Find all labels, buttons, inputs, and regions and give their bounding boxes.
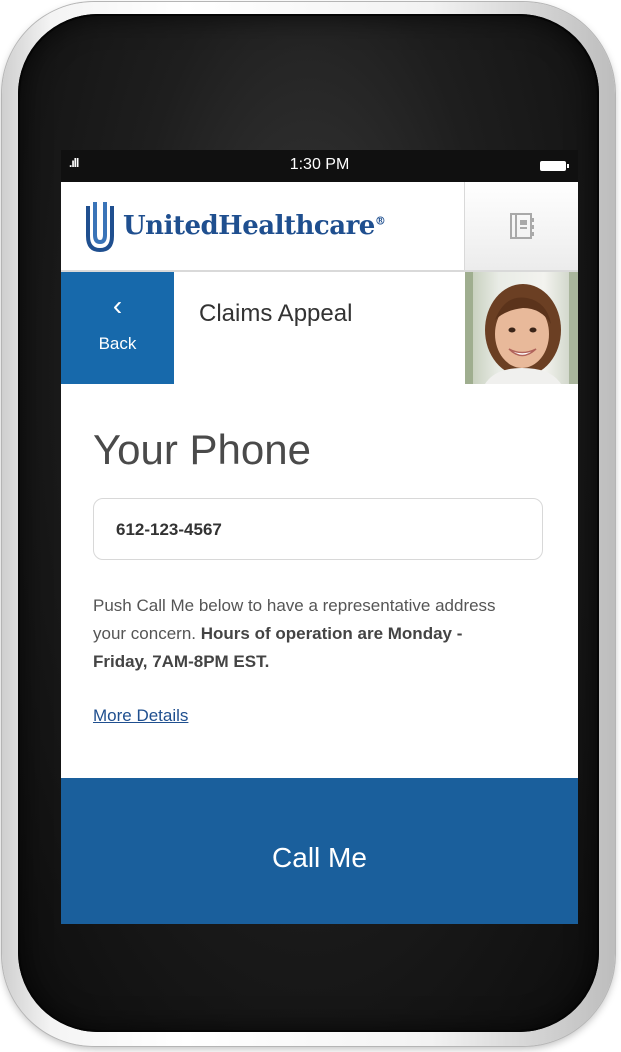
call-me-button[interactable]: Call Me [61,778,578,924]
avatar[interactable] [465,272,578,384]
logo-icon [86,202,114,252]
app-header: UnitedHealthcare® [61,182,578,272]
back-button[interactable]: ‹ Back [61,272,174,384]
battery-icon [540,161,569,171]
contacts-button[interactable] [464,182,578,270]
brand-name: UnitedHealthcare® [123,211,386,241]
chevron-left-icon: ‹ [112,290,123,321]
phone-number-field[interactable]: 612-123-4567 [93,498,543,560]
contacts-icon [509,213,534,239]
page-title: Claims Appeal [199,300,353,327]
status-time: 1:30 PM [289,156,350,173]
status-bar: .ıll 1:30 PM [61,150,578,182]
main-content: Your Phone 612-123-4567 Push Call Me bel… [61,384,578,778]
section-title: Your Phone [93,426,311,473]
logo[interactable]: UnitedHealthcare® [83,198,386,254]
back-label: Back [98,334,137,353]
nav-row: ‹ Back Claims Appeal [61,272,578,385]
info-text: Push Call Me below to have a representat… [93,592,513,676]
more-details-link[interactable]: More Details [93,706,188,726]
screen: .ıll 1:30 PM UnitedHealthcare® ‹ Back Cl… [61,150,578,924]
representative-photo [465,272,578,384]
